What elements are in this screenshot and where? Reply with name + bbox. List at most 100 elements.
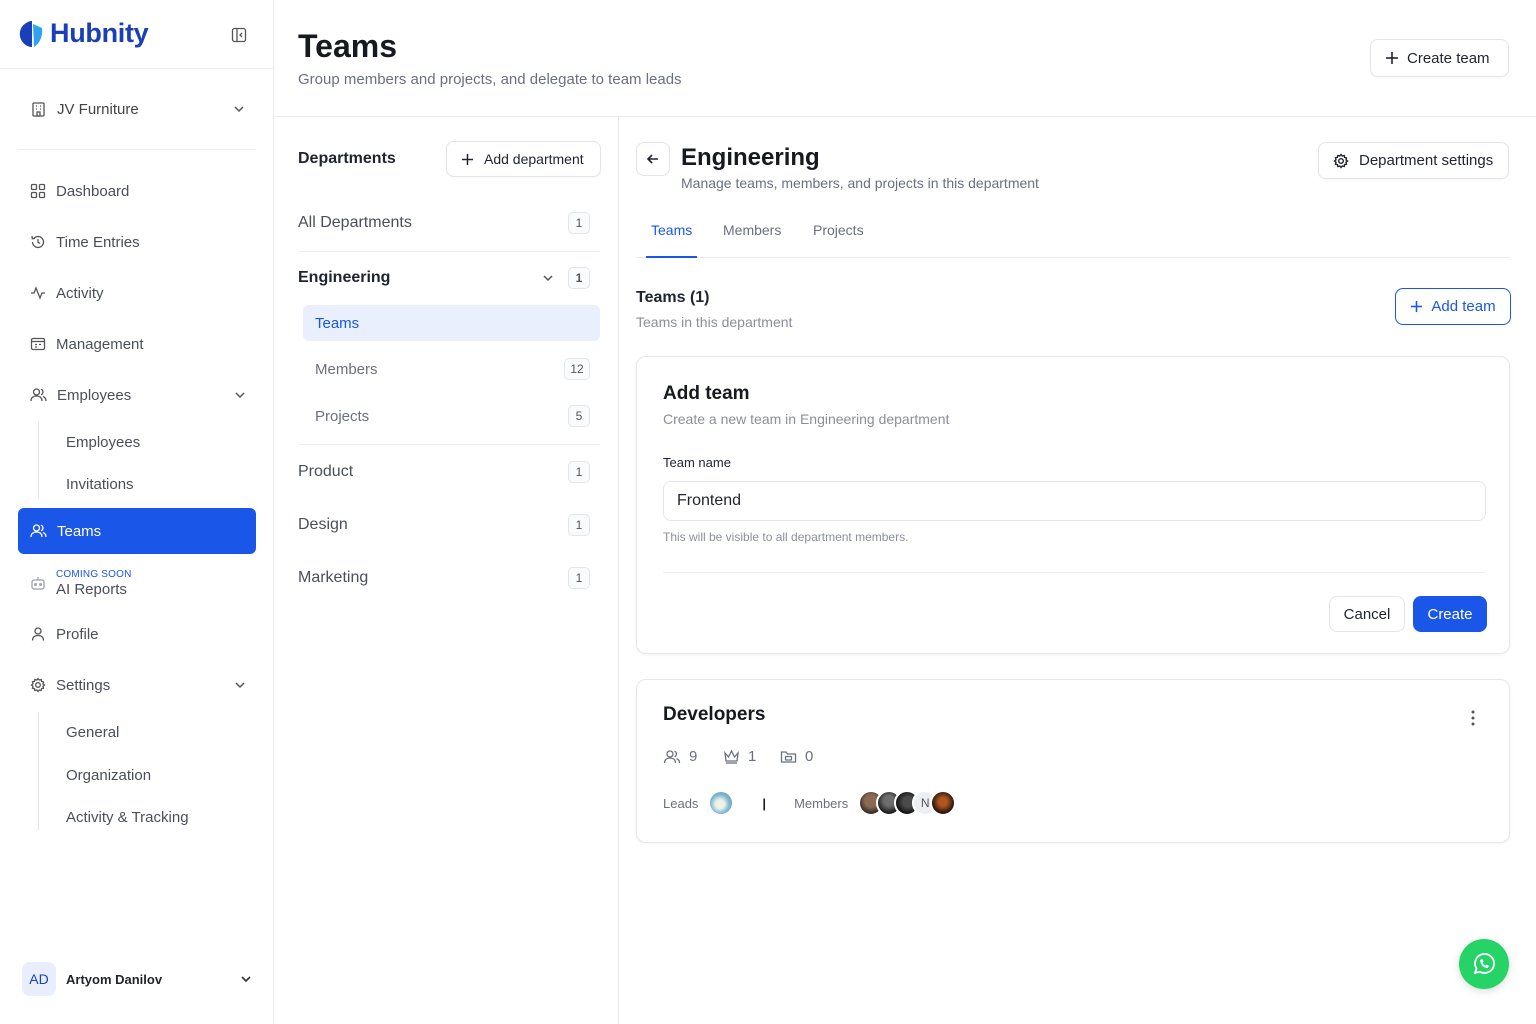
dept-product[interactable]: Product 1 <box>298 460 590 484</box>
users-icon <box>30 523 47 539</box>
tab-projects[interactable]: Projects <box>813 222 864 238</box>
dept-all[interactable]: All Departments 1 <box>298 211 590 235</box>
nav-label: Teams <box>57 522 102 540</box>
dept-sub-teams[interactable]: Teams <box>303 305 600 341</box>
nav-employees[interactable]: Employees <box>18 373 256 417</box>
dept-sub-projects[interactable]: Projects 5 <box>303 398 600 434</box>
folder-icon <box>780 749 797 764</box>
member-avatar[interactable] <box>930 790 957 816</box>
plus-icon <box>1410 300 1423 313</box>
org-switcher[interactable]: JV Furniture <box>30 96 245 122</box>
subnav-line <box>38 712 39 830</box>
gear-icon <box>1333 152 1349 169</box>
nav-label: Time Entries <box>56 233 140 251</box>
lead-avatar[interactable] <box>708 790 735 816</box>
hubnity-logo-icon <box>18 20 44 48</box>
chevron-down-icon <box>234 389 246 401</box>
button-label: Add team <box>1431 298 1496 315</box>
users-icon <box>30 387 47 403</box>
whatsapp-chat-button[interactable] <box>1459 939 1509 989</box>
cancel-button[interactable]: Cancel <box>1329 596 1405 632</box>
helper-text: This will be visible to all department m… <box>663 530 909 544</box>
nav-time-entries[interactable]: Time Entries <box>18 220 256 264</box>
department-title: Engineering <box>681 144 820 171</box>
card-title: Add team <box>663 383 750 404</box>
subnav-organization[interactable]: Organization <box>66 763 151 787</box>
dept-design[interactable]: Design 1 <box>298 513 590 537</box>
plus-icon <box>1385 51 1399 65</box>
management-icon <box>30 336 46 352</box>
count-badge: 1 <box>568 212 590 234</box>
plus-icon <box>461 153 474 166</box>
count-badge: 1 <box>568 267 590 289</box>
sidebar: Hubnity JV Furniture Dashboard Time Entr… <box>0 0 274 1024</box>
projects-count: 0 <box>805 748 814 765</box>
nav-settings[interactable]: Settings <box>18 663 256 707</box>
button-label: Create team <box>1407 49 1490 67</box>
nav-teams[interactable]: Teams <box>18 508 256 554</box>
count-badge: 1 <box>568 567 590 589</box>
subnav-employees[interactable]: Employees <box>66 430 140 454</box>
subnav-activity-tracking[interactable]: Activity & Tracking <box>66 805 189 829</box>
separator: | <box>762 795 767 811</box>
add-team-button[interactable]: Add team <box>1395 288 1511 325</box>
count-badge: 1 <box>568 514 590 536</box>
subnav-invitations[interactable]: Invitations <box>66 472 134 496</box>
arrow-left-icon <box>646 152 660 166</box>
brand-logo[interactable]: Hubnity <box>18 18 149 49</box>
user-icon <box>30 626 46 642</box>
nav-dashboard[interactable]: Dashboard <box>18 169 256 213</box>
back-button[interactable] <box>636 142 670 176</box>
nav-profile[interactable]: Profile <box>18 612 256 656</box>
active-tab-indicator <box>646 256 697 258</box>
teams-heading: Teams (1) <box>636 289 710 306</box>
tab-teams[interactable]: Teams <box>651 222 692 238</box>
team-name: Developers <box>663 704 766 725</box>
whatsapp-icon <box>1471 951 1497 977</box>
button-label: Department settings <box>1359 152 1494 169</box>
coming-soon-badge: COMING SOON <box>56 569 132 580</box>
leads-label: Leads <box>663 795 699 811</box>
nav-activity[interactable]: Activity <box>18 271 256 315</box>
org-name: JV Furniture <box>57 100 139 118</box>
create-team-button[interactable]: Create team <box>1370 39 1509 77</box>
chevron-down-icon[interactable] <box>542 272 554 284</box>
nav-management[interactable]: Management <box>18 322 256 366</box>
collapse-sidebar-icon[interactable] <box>229 25 249 45</box>
nav-label: Dashboard <box>56 182 130 200</box>
departments-heading: Departments <box>298 150 396 167</box>
tab-members[interactable]: Members <box>723 222 781 238</box>
leads-count: 1 <box>748 748 757 765</box>
create-button[interactable]: Create <box>1413 596 1487 632</box>
users-icon <box>663 749 681 765</box>
subnav-general[interactable]: General <box>66 720 119 744</box>
count-badge: 12 <box>564 358 590 380</box>
more-vertical-icon[interactable] <box>1463 708 1483 728</box>
stat-leads: 1 <box>723 748 756 765</box>
dept-sub-label: Teams <box>315 314 360 332</box>
members-count: 9 <box>689 748 698 765</box>
dept-sub-members[interactable]: Members 12 <box>303 351 600 387</box>
dept-engineering[interactable]: Engineering 1 <box>298 266 590 290</box>
team-name-input[interactable] <box>663 481 1486 521</box>
department-settings-button[interactable]: Department settings <box>1318 142 1509 179</box>
count-badge: 5 <box>568 405 590 427</box>
dept-marketing[interactable]: Marketing 1 <box>298 566 590 590</box>
dept-label: Marketing <box>298 569 369 586</box>
chevron-down-icon <box>240 973 252 985</box>
add-team-card: Add team Create a new team in Engineerin… <box>636 356 1510 654</box>
add-department-button[interactable]: Add department <box>446 141 601 177</box>
crown-icon <box>723 749 740 764</box>
dept-label: Product <box>298 463 354 480</box>
grid-icon <box>30 183 46 199</box>
dept-label: All Departments <box>298 214 412 231</box>
team-name-label: Team name <box>663 455 731 470</box>
divider <box>0 68 273 69</box>
team-card[interactable]: Developers 9 1 0 Leads | Members N <box>636 679 1510 843</box>
card-subtitle: Create a new team in Engineering departm… <box>663 411 950 427</box>
user-menu[interactable]: AD Artyom Danilov <box>22 962 252 996</box>
chevron-down-icon <box>233 103 245 115</box>
stat-projects: 0 <box>780 748 813 765</box>
divider <box>663 572 1486 573</box>
brand-name: Hubnity <box>50 18 149 48</box>
